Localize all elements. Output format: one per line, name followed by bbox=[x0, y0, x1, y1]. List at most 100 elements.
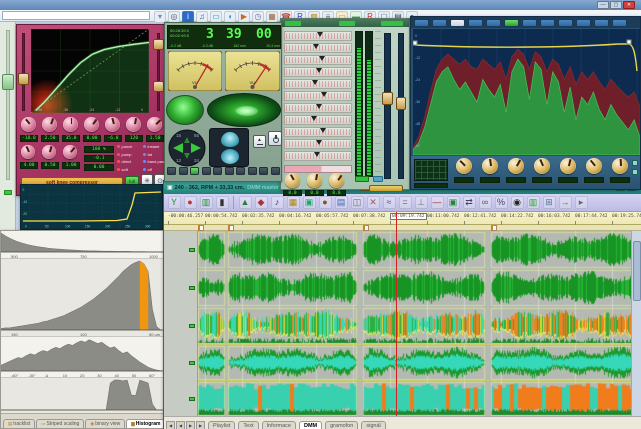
ruler-label-8[interactable]: 00:12:41.742 bbox=[464, 214, 497, 219]
comp-knob-r2-0[interactable] bbox=[21, 145, 35, 159]
track-arm-led-2[interactable] bbox=[189, 324, 195, 328]
levels-icon[interactable]: ▥ bbox=[200, 196, 213, 209]
editor-tab-Text[interactable]: Text bbox=[238, 421, 258, 429]
maximize-button[interactable]: ▢ bbox=[610, 1, 622, 9]
master-fader-handle-2[interactable] bbox=[396, 97, 406, 110]
spectrum-toolbar-button-10[interactable] bbox=[594, 19, 609, 27]
ruler-label-9[interactable]: 00:14:22.742 bbox=[501, 214, 534, 219]
track-arm-led-1[interactable] bbox=[189, 286, 195, 290]
spectrum-toolbar-button-5[interactable] bbox=[504, 19, 519, 27]
left-fader-handle[interactable] bbox=[2, 74, 14, 90]
spectrum-knob-3[interactable] bbox=[534, 158, 550, 174]
mastering-pink-row[interactable] bbox=[284, 165, 352, 173]
mastering-band-row-9[interactable] bbox=[284, 139, 352, 149]
ruler-label-11[interactable]: 00:17:44.742 bbox=[575, 214, 608, 219]
vscroll-thumb[interactable] bbox=[633, 241, 641, 301]
line-icon[interactable]: — bbox=[431, 196, 444, 209]
histogram-tab-Histogram[interactable]: ▆Histogram bbox=[126, 419, 164, 428]
vu-small-button-0[interactable] bbox=[167, 167, 176, 175]
spectrum-knob-0[interactable] bbox=[456, 158, 472, 174]
comp-radio-soft[interactable]: soft bbox=[117, 167, 128, 172]
ruler-label-1[interactable]: 00:00:54.742 bbox=[205, 214, 238, 219]
comp-knob-r1-6[interactable] bbox=[147, 117, 162, 132]
ruler-label-12[interactable]: 00:19:25.742 bbox=[612, 214, 641, 219]
percent-icon[interactable]: % bbox=[495, 196, 508, 209]
spectrum-knob-4[interactable] bbox=[560, 158, 576, 174]
vu-small-button-4[interactable] bbox=[213, 167, 222, 175]
editor-tab-signál[interactable]: signál bbox=[361, 421, 385, 429]
mastering-small-button-2[interactable] bbox=[373, 176, 383, 182]
playhead-cursor[interactable] bbox=[396, 212, 397, 416]
mastering-band-row-10[interactable] bbox=[284, 151, 352, 161]
vu-small-button-3[interactable] bbox=[202, 167, 211, 175]
track-arm-led-4[interactable] bbox=[189, 397, 195, 401]
comp-radio-pump[interactable]: pump bbox=[117, 152, 132, 157]
mastering-band-row-5[interactable] bbox=[284, 91, 352, 101]
track-arm-led-0[interactable] bbox=[189, 248, 195, 252]
vu-small-button-5[interactable] bbox=[225, 167, 234, 175]
mastering-band-row-1[interactable] bbox=[284, 43, 352, 53]
spectrum-knob-2[interactable] bbox=[508, 158, 524, 174]
comp-radio-fat[interactable]: fat bbox=[143, 152, 152, 157]
ruler-label-10[interactable]: 00:16:03.742 bbox=[538, 214, 571, 219]
cut-icon[interactable]: ✕ bbox=[367, 196, 380, 209]
wave-icon[interactable]: ≈ bbox=[383, 196, 396, 209]
tools-icon[interactable]: ⊥ bbox=[415, 196, 428, 209]
track-arm-led-3[interactable] bbox=[189, 361, 195, 365]
import-icon[interactable]: ▲ bbox=[239, 196, 252, 209]
spectrum-toolbar-button-8[interactable] bbox=[558, 19, 573, 27]
record-icon[interactable]: ● bbox=[184, 196, 197, 209]
comp-knob-r1-2[interactable] bbox=[63, 117, 78, 132]
record2-icon[interactable]: ◉ bbox=[511, 196, 524, 209]
vu-small-button-6[interactable] bbox=[236, 167, 245, 175]
scroll-arrow-2[interactable]: ▶ bbox=[186, 421, 195, 429]
route-icon[interactable]: → bbox=[559, 196, 572, 209]
histogram-tab-binary-view[interactable]: ◉binary view bbox=[85, 419, 125, 428]
minimize-button[interactable]: — bbox=[597, 1, 609, 9]
spectrum-knob-5[interactable] bbox=[586, 158, 602, 174]
spectrum-toolbar-button-11[interactable] bbox=[612, 19, 627, 27]
spectrum-toolbar-button-1[interactable] bbox=[432, 19, 447, 27]
mastering-band-row-3[interactable] bbox=[284, 67, 352, 77]
align-icon[interactable]: = bbox=[399, 196, 412, 209]
comp-knob-r1-1[interactable] bbox=[42, 117, 57, 132]
vu-small-button-2[interactable] bbox=[190, 167, 199, 175]
ruler-label-2[interactable]: 00:02:35.742 bbox=[242, 214, 275, 219]
comp-right-fader-handle-b[interactable] bbox=[153, 81, 164, 92]
mastering-knob-1[interactable] bbox=[307, 173, 322, 188]
spectrum-knob-6[interactable] bbox=[612, 158, 628, 174]
mastering-band-row-0[interactable] bbox=[284, 31, 352, 41]
vu-small-button-8[interactable] bbox=[259, 167, 268, 175]
scroll-arrow-1[interactable]: ◀ bbox=[176, 421, 185, 429]
comp-knob-r1-5[interactable] bbox=[126, 117, 141, 132]
editor-tab-gramofon[interactable]: gramofon bbox=[325, 421, 358, 429]
scroll-arrow-3[interactable]: ▶ bbox=[196, 421, 205, 429]
vu-small-button-1[interactable] bbox=[179, 167, 188, 175]
mastering-knob-0[interactable] bbox=[285, 173, 300, 188]
comp-knob-r1-4[interactable] bbox=[105, 117, 120, 132]
comp-radio-band-pass[interactable]: band pass bbox=[143, 159, 166, 164]
mastering-knob-2[interactable] bbox=[329, 173, 344, 188]
mastering-band-row-4[interactable] bbox=[284, 79, 352, 89]
swap-icon[interactable]: ⇄ bbox=[463, 196, 476, 209]
eject-button[interactable]: ▲ bbox=[253, 135, 266, 148]
comp-radio-direct[interactable]: direct bbox=[117, 159, 131, 164]
screen-icon[interactable]: ▣ bbox=[447, 196, 460, 209]
ruler-label-7[interactable]: 00:11:00.742 bbox=[427, 214, 460, 219]
y-tool-icon[interactable]: Y bbox=[168, 196, 181, 209]
editor-tab-Informace[interactable]: Informace bbox=[262, 421, 296, 429]
search-combo[interactable] bbox=[2, 11, 150, 20]
timeline-ruler[interactable]: -00:00:46.25700:00:54.74200:02:35.74200:… bbox=[164, 212, 641, 225]
comp-knob-r2-2[interactable] bbox=[63, 145, 77, 159]
vu-small-button-9[interactable] bbox=[271, 167, 280, 175]
mastering-band-row-8[interactable] bbox=[284, 127, 352, 137]
mastering-band-row-2[interactable] bbox=[284, 55, 352, 65]
editor-vscrollbar[interactable] bbox=[631, 231, 641, 416]
comp-left-fader-handle[interactable] bbox=[18, 73, 29, 85]
mastering-band-row-6[interactable] bbox=[284, 103, 352, 113]
spectrum-toolbar-button-6[interactable] bbox=[522, 19, 537, 27]
spectrum-toolbar-button-4[interactable] bbox=[486, 19, 501, 27]
editor-tab-DMM[interactable]: DMM bbox=[299, 421, 322, 429]
marker-icon[interactable]: ◆ bbox=[255, 196, 268, 209]
comp-radio-punch[interactable]: punch bbox=[117, 144, 132, 149]
